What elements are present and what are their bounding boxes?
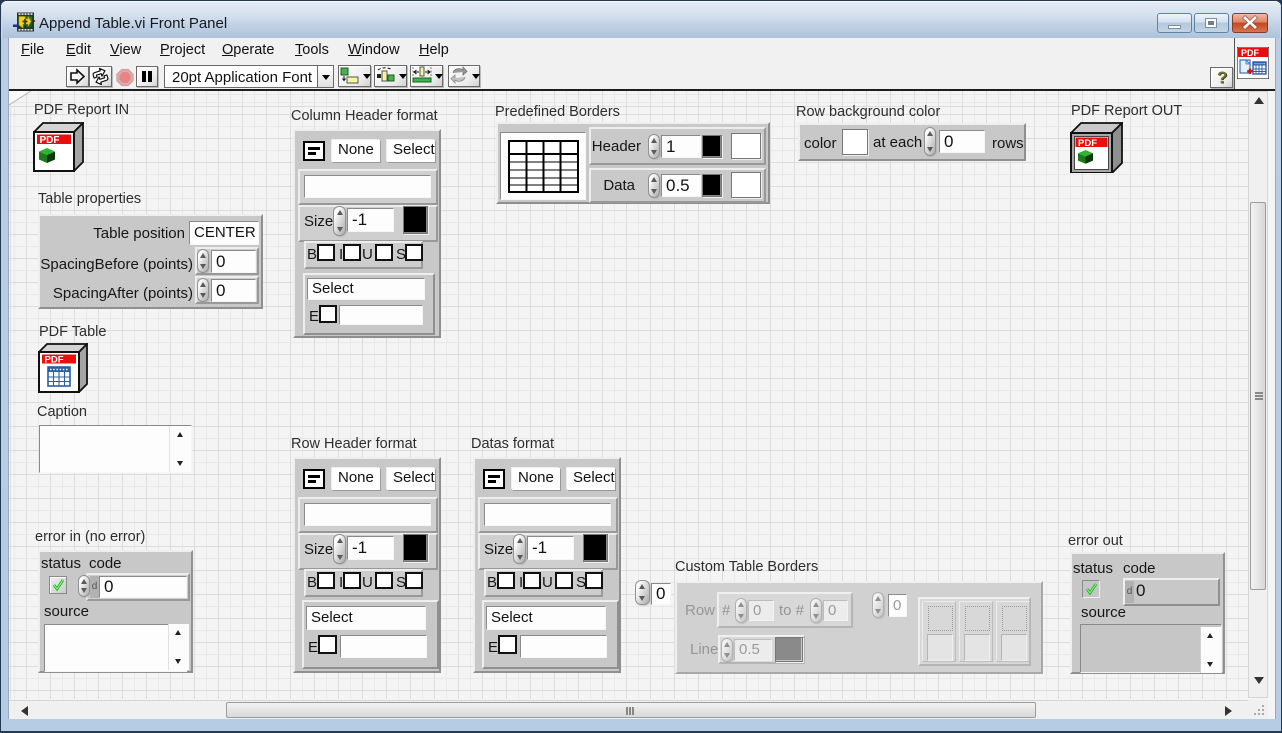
svg-text:PDF: PDF	[1078, 138, 1097, 149]
svg-text:PDF: PDF	[40, 135, 60, 146]
svg-text:PDF: PDF	[1241, 48, 1260, 58]
svg-text:PDF: PDF	[45, 355, 64, 366]
